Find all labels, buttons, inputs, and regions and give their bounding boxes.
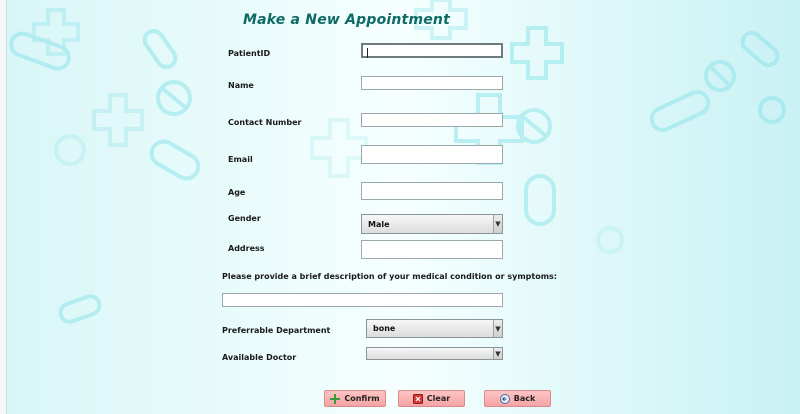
plus-icon [330,393,341,404]
gender-label: Gender [228,214,261,223]
confirm-label: Confirm [344,394,380,403]
email-input[interactable] [361,145,503,164]
doctor-select[interactable]: ▼ [366,347,503,360]
gender-select[interactable]: Male ▼ [361,214,503,234]
back-button[interactable]: Back [484,390,551,407]
department-select[interactable]: bone ▼ [366,319,503,338]
page-title: Make a New Appointment [243,12,450,28]
appointment-window: Make a New Appointment PatientID Name Co… [0,0,800,414]
address-input[interactable] [361,240,503,259]
email-label: Email [228,155,253,164]
description-input[interactable] [222,293,503,307]
patient-id-label: PatientID [228,49,271,58]
department-selected: bone [373,324,396,333]
name-label: Name [228,81,254,90]
age-label: Age [228,188,246,197]
description-label: Please provide a brief description of yo… [222,272,557,281]
back-icon [499,393,510,404]
window-edge [0,0,7,414]
contact-number-label: Contact Number [228,118,302,127]
age-input[interactable] [361,182,503,200]
chevron-down-icon[interactable]: ▼ [493,215,502,233]
clear-label: Clear [426,394,451,403]
text-caret [367,48,368,58]
back-label: Back [513,394,536,403]
contact-number-input[interactable] [361,113,503,127]
doctor-label: Available Doctor [222,353,297,362]
clear-icon [412,393,423,404]
address-label: Address [228,244,265,253]
confirm-button[interactable]: Confirm [324,390,386,407]
gender-selected: Male [368,219,390,229]
clear-button[interactable]: Clear [398,390,465,407]
department-label: Preferrable Department [222,326,331,335]
chevron-down-icon[interactable]: ▼ [493,348,502,359]
name-input[interactable] [361,76,503,90]
chevron-down-icon[interactable]: ▼ [493,320,502,337]
patient-id-input[interactable] [361,43,503,58]
